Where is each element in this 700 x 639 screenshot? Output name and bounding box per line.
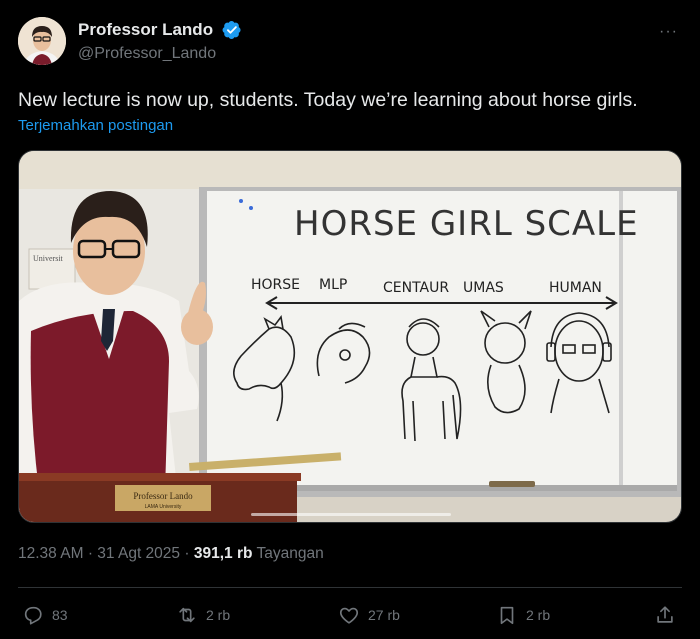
scale-label-centaur: CENTAUR	[383, 280, 449, 296]
share-button[interactable]	[654, 600, 684, 630]
like-button[interactable]: 27 rb	[338, 600, 400, 630]
action-bar: 83 2 rb 27 rb 2 rb	[18, 600, 682, 630]
tweet-time[interactable]: 12.38 AM	[18, 545, 84, 562]
svg-text:Universit: Universit	[33, 254, 64, 263]
scale-label-mlp: MLP	[319, 277, 347, 293]
translate-link[interactable]: Terjemahkan postingan	[18, 117, 173, 134]
reply-icon	[24, 606, 42, 625]
repost-icon	[179, 607, 195, 623]
bookmark-count: 2 rb	[526, 607, 551, 623]
divider	[18, 587, 682, 588]
meta-separator: ·	[184, 545, 190, 562]
tweet-header: Professor Lando @Professor_Lando ···	[18, 17, 682, 67]
heart-icon	[339, 607, 359, 624]
reply-count: 83	[52, 607, 68, 623]
lecture-video-thumbnail: Universit HORSE GIRL SCALE HORSE MLP CEN…	[19, 151, 681, 522]
reply-button[interactable]: 83	[22, 600, 68, 630]
nameplate-title: Professor Lando	[133, 491, 193, 501]
verified-badge-icon	[222, 21, 241, 39]
bookmark-icon	[500, 606, 514, 625]
more-options-icon[interactable]: ···	[659, 23, 678, 41]
nameplate-subtitle: LAMA University	[145, 504, 182, 510]
scale-label-umas: UMAS	[463, 280, 504, 296]
tweet-text: New lecture is now up, students. Today w…	[18, 89, 638, 111]
views-count: 391,1 rb	[193, 545, 253, 562]
repost-count: 2 rb	[206, 607, 231, 623]
board-title: HORSE GIRL SCALE	[294, 204, 639, 244]
avatar[interactable]	[18, 17, 66, 65]
like-count: 27 rb	[368, 607, 400, 623]
scale-label-horse: HORSE	[251, 277, 300, 293]
video-progress-bar[interactable]	[251, 513, 451, 516]
share-icon	[657, 606, 673, 623]
bookmark-button[interactable]: 2 rb	[496, 600, 550, 630]
author-handle[interactable]: @Professor_Lando	[78, 45, 242, 63]
tweet-meta: 12.38 AM · 31 Agt 2025 · 391,1 rb Tayang…	[18, 545, 324, 563]
views-label: Tayangan	[256, 545, 324, 562]
repost-button[interactable]: 2 rb	[176, 600, 230, 630]
avatar-photo	[18, 17, 66, 65]
scale-label-human: HUMAN	[549, 280, 602, 296]
tweet-date[interactable]: 31 Agt 2025	[97, 545, 180, 562]
tweet-media[interactable]: Universit HORSE GIRL SCALE HORSE MLP CEN…	[18, 150, 682, 523]
author-names: Professor Lando @Professor_Lando	[78, 20, 242, 63]
author-display-name[interactable]: Professor Lando	[78, 20, 213, 40]
meta-separator: ·	[87, 545, 93, 562]
